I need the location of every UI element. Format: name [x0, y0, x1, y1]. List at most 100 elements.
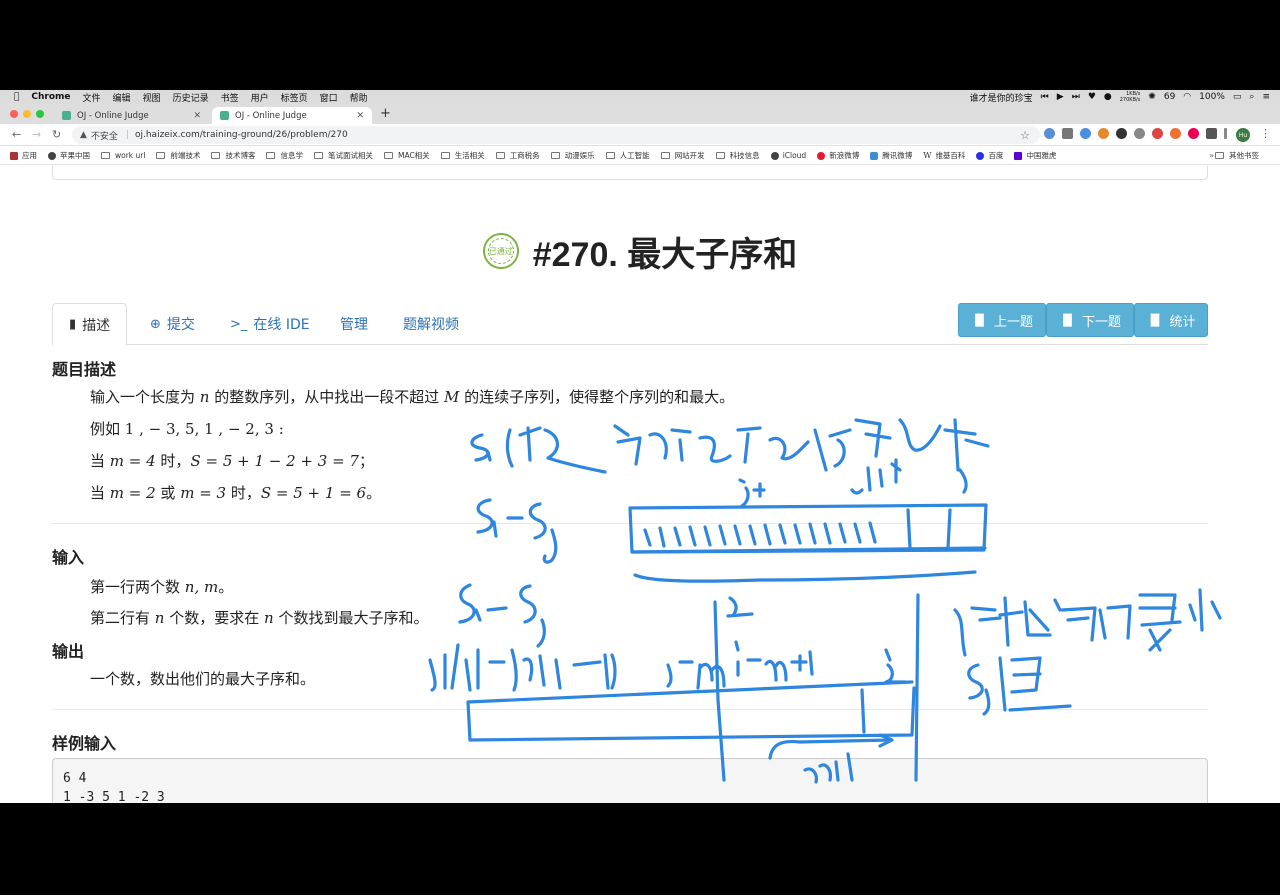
pinwheel-icon[interactable]: ✺: [1148, 92, 1156, 102]
close-window-icon[interactable]: [10, 110, 18, 118]
bookmark-icloud[interactable]: iCloud: [770, 151, 806, 160]
bookmark-folder[interactable]: MAC相关: [383, 150, 430, 161]
extension-off-icon[interactable]: [1062, 128, 1073, 139]
code-line: 1 -3 5 1 -2 3: [63, 790, 165, 803]
extension-icon[interactable]: [1188, 128, 1199, 139]
statistics-button[interactable]: ▐▌ 统计: [1134, 303, 1208, 337]
reload-icon[interactable]: ↻: [52, 128, 61, 141]
menu-people[interactable]: 用户: [251, 91, 269, 104]
puzzle-icon[interactable]: [1206, 128, 1217, 139]
tab-label: 题解视频: [403, 317, 459, 333]
zoom-window-icon[interactable]: [36, 110, 44, 118]
bookmark-folder[interactable]: 信息学: [266, 150, 303, 161]
pin-icon[interactable]: [1224, 128, 1227, 139]
browser-tab-1[interactable]: OJ - Online Judge ✕: [54, 107, 209, 124]
bookmark-folder[interactable]: 工商税务: [495, 150, 540, 161]
tab-manage[interactable]: 管理: [324, 303, 384, 345]
metamask-icon[interactable]: [1098, 128, 1109, 139]
description-text: 输入一个长度为 n 的整数序列，从中找出一段不超过 M 的连续子序列，使得整个序…: [90, 386, 734, 407]
text: 个数，要求在: [164, 609, 264, 627]
bookmark-tencent-weibo[interactable]: 腾讯微博: [870, 150, 912, 161]
bookmark-folder[interactable]: 网站开发: [660, 150, 705, 161]
output-line: 一个数，数出他们的最大子序和。: [90, 670, 316, 688]
bookmark-folder[interactable]: 前端技术: [156, 150, 200, 161]
description-heading: 题目描述: [52, 360, 117, 379]
new-tab-icon[interactable]: +: [380, 106, 391, 121]
battery-icon[interactable]: ▭: [1233, 92, 1242, 102]
menu-tabs[interactable]: 标签页: [281, 91, 308, 104]
bookmark-baidu[interactable]: 百度: [976, 150, 1003, 161]
extension-icon[interactable]: [1116, 128, 1127, 139]
extension-icon[interactable]: [1152, 128, 1163, 139]
bookmark-apps[interactable]: 应用: [10, 150, 37, 161]
text: 第二行有: [90, 609, 155, 627]
url-text[interactable]: oj.haizeix.com/training-ground/26/proble…: [135, 130, 348, 140]
bookmark-star-icon[interactable]: ☆: [1020, 129, 1030, 142]
address-row: ← → ↻ ▲ 不安全 | oj.haizeix.com/training-gr…: [0, 124, 1280, 146]
bookmark-folder[interactable]: 动漫娱乐: [550, 150, 595, 161]
bookmark-label: 笔试面试相关: [327, 151, 373, 160]
omnibox[interactable]: ▲ 不安全 | oj.haizeix.com/training-ground/2…: [72, 126, 1040, 144]
extension-icon[interactable]: [1080, 128, 1091, 139]
minimize-window-icon[interactable]: [23, 110, 31, 118]
bar-chart-icon: ▐▌: [1059, 313, 1076, 327]
bookmark-other[interactable]: 其他书签: [1215, 150, 1259, 161]
menu-bookmarks[interactable]: 书签: [221, 91, 239, 104]
folder-icon: [715, 152, 725, 159]
bookmark-yahoo[interactable]: 中国雅虎: [1014, 150, 1056, 161]
tab-online-ide[interactable]: >_ 在线 IDE: [214, 303, 326, 345]
bookmark-folder[interactable]: work url: [101, 151, 145, 160]
forward-icon[interactable]: →: [32, 128, 41, 141]
bookmark-apple-china[interactable]: 苹果中国: [48, 150, 90, 161]
cat-icon[interactable]: ●: [1104, 92, 1112, 102]
bookmarks-overflow-icon[interactable]: »: [1209, 151, 1214, 160]
tab-close-icon[interactable]: ✕: [356, 111, 364, 121]
extension-icon[interactable]: [1134, 128, 1145, 139]
menu-help[interactable]: 帮助: [350, 91, 368, 104]
tab-label: 描述: [82, 317, 111, 334]
profile-avatar[interactable]: Hu: [1236, 128, 1250, 142]
folder-icon: [550, 152, 560, 159]
tab-description[interactable]: ▮ 描述: [52, 303, 128, 346]
extension-icon[interactable]: [1170, 128, 1181, 139]
next-problem-button[interactable]: ▐▌ 下一题: [1046, 303, 1134, 337]
menu-window[interactable]: 窗口: [320, 91, 338, 104]
play-icon[interactable]: ▶: [1057, 92, 1064, 102]
tab-solution-video[interactable]: 题解视频: [387, 303, 475, 345]
tab-close-icon[interactable]: ✕: [193, 111, 201, 121]
bookmark-wikipedia[interactable]: W 维基百科: [923, 150, 965, 161]
spotlight-icon[interactable]: ⌕: [1249, 92, 1254, 102]
math-n: n: [264, 609, 274, 627]
warning-icon[interactable]: ▲: [80, 130, 87, 140]
bookmark-weibo[interactable]: 新浪微博: [817, 150, 859, 161]
menu-app-name[interactable]: Chrome: [31, 92, 70, 102]
menu-edit[interactable]: 编辑: [113, 91, 131, 104]
next-track-icon[interactable]: ⏭: [1072, 92, 1080, 102]
problem-header: 已通过 #270. 最大子序和: [0, 226, 1280, 276]
bookmark-folder[interactable]: 科技信息: [715, 150, 760, 161]
wifi-icon[interactable]: ◠: [1183, 92, 1191, 102]
bookmark-folder[interactable]: 技术博客: [211, 150, 255, 161]
back-icon[interactable]: ←: [12, 128, 21, 141]
prev-problem-button[interactable]: ▐▌ 上一题: [958, 303, 1046, 337]
extension-icon[interactable]: [1044, 128, 1055, 139]
example-case-1: 当 m = 4 时，S = 5 + 1 − 2 + 3 = 7；: [90, 450, 374, 471]
apple-icon[interactable]: : [14, 92, 19, 102]
security-label[interactable]: 不安全: [91, 129, 118, 142]
tab-title: OJ - Online Judge: [77, 110, 149, 121]
control-center-icon[interactable]: ≡: [1262, 92, 1270, 102]
more-menu-icon[interactable]: ⋮: [1260, 127, 1271, 140]
tab-submit[interactable]: ⊕ 提交: [134, 303, 211, 345]
math-vars: n, m: [184, 578, 219, 596]
heart-icon[interactable]: ♥: [1088, 92, 1096, 102]
mac-menu-bar:  Chrome 文件 编辑 视图 历史记录 书签 用户 标签页 窗口 帮助 谁…: [0, 90, 1280, 104]
now-playing-title[interactable]: 谁才是你的珍宝: [970, 91, 1033, 104]
bookmark-folder[interactable]: 生活相关: [440, 150, 485, 161]
bookmark-folder[interactable]: 人工智能: [605, 150, 650, 161]
browser-tab-2-active[interactable]: OJ - Online Judge ✕: [212, 107, 372, 124]
prev-track-icon[interactable]: ⏮: [1041, 92, 1049, 102]
bookmark-folder[interactable]: 笔试面试相关: [313, 150, 373, 161]
menu-history[interactable]: 历史记录: [173, 91, 209, 104]
menu-view[interactable]: 视图: [143, 91, 161, 104]
menu-file[interactable]: 文件: [83, 91, 101, 104]
